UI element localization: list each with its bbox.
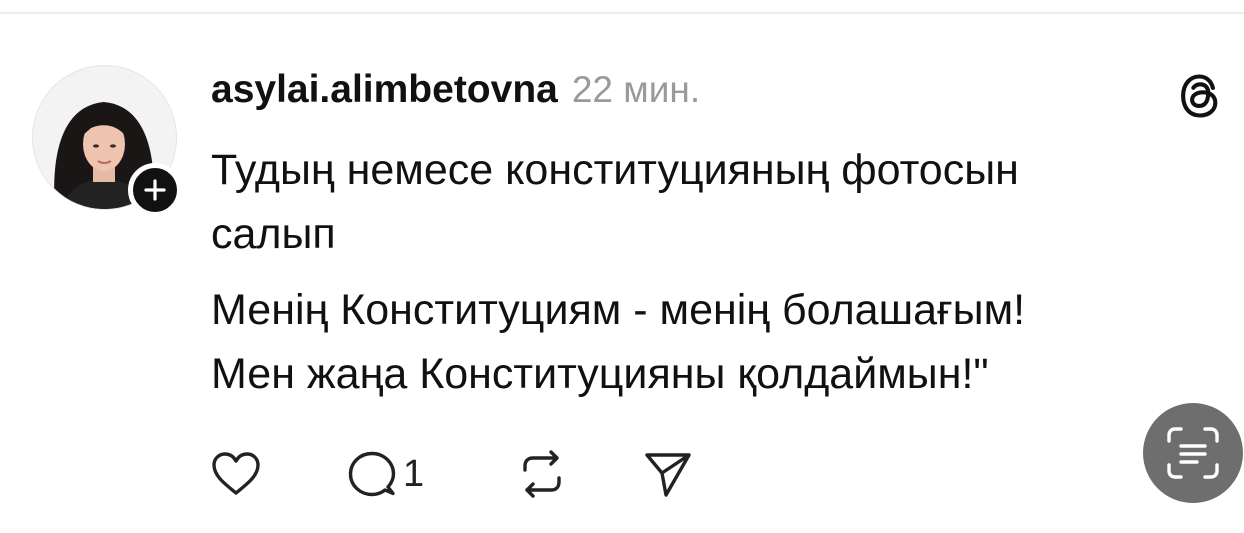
text-scan-button[interactable] <box>1143 403 1243 503</box>
top-divider <box>0 12 1244 14</box>
reply-button[interactable]: 1 <box>347 449 517 499</box>
send-icon <box>645 453 691 497</box>
share-button[interactable] <box>643 449 693 499</box>
username[interactable]: asylai.alimbetovna <box>211 68 558 112</box>
post-line: Менің Конституциям - менің болашағым! <box>211 286 1026 334</box>
post-line: салып <box>211 210 336 258</box>
repost-button[interactable] <box>517 449 643 499</box>
comment-icon <box>348 451 396 497</box>
repost-icon <box>523 450 561 498</box>
timestamp: 22 мин. <box>571 69 701 110</box>
follow-button[interactable] <box>128 163 182 217</box>
text-scan-icon <box>1167 427 1219 479</box>
post-line: Тудың немесе конституцияның фотосын <box>211 146 1019 194</box>
post-paragraph: Менің Конституциям - менің болашағым! Ме… <box>211 278 1171 406</box>
reply-count: 1 <box>403 452 425 495</box>
threads-logo-icon[interactable] <box>1175 70 1227 122</box>
like-button[interactable] <box>211 451 347 497</box>
post-actions: 1 <box>211 444 693 504</box>
heart-icon <box>212 452 260 495</box>
post-text: Тудың немесе конституцияның фотосын салы… <box>211 138 1171 406</box>
post-paragraph: Тудың немесе конституцияның фотосын салы… <box>211 138 1171 266</box>
post-header: asylai.alimbetovna 22 мин. <box>211 68 700 120</box>
plus-icon <box>144 179 166 201</box>
post-line: Мен жаңа Конституцияны қолдаймын!" <box>211 350 989 398</box>
